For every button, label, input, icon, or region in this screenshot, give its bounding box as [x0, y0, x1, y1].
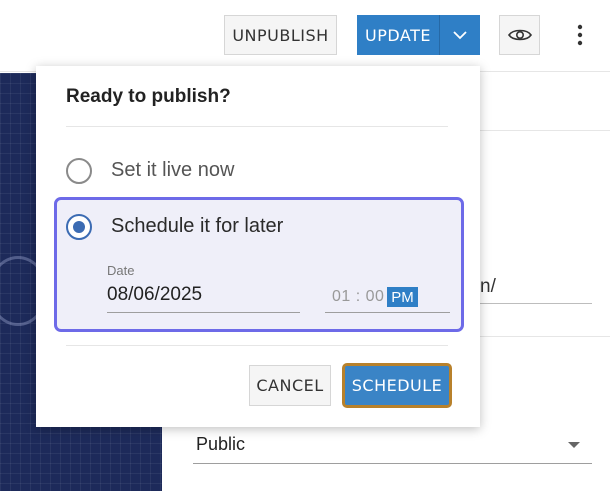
time-value: 01 : 00 [332, 288, 385, 305]
ampm-toggle[interactable]: PM [387, 287, 418, 307]
preview-button[interactable] [499, 15, 540, 55]
visibility-value: Public [196, 434, 246, 454]
unpublish-button[interactable]: UNPUBLISH [224, 15, 337, 55]
popover-title: Ready to publish? [66, 86, 231, 107]
option-publish-now[interactable]: Set it live now [66, 156, 436, 186]
editor-page: n/ Public UNPUBLISH UPDATE Ready to publ… [0, 0, 610, 491]
eye-icon [507, 29, 532, 41]
popover-divider [66, 126, 448, 127]
top-toolbar: UNPUBLISH UPDATE [0, 0, 610, 72]
update-menu-button[interactable] [439, 15, 480, 55]
popover-divider [66, 345, 448, 346]
radio-schedule-later[interactable] [66, 214, 92, 240]
publish-popover: Ready to publish? Set it live now Schedu… [36, 66, 480, 427]
time-input[interactable]: 01 : 00 PM [325, 280, 450, 313]
more-options-button[interactable] [566, 15, 594, 55]
caret-down-icon [568, 442, 580, 448]
option-schedule-later-label: Schedule it for later [111, 215, 284, 237]
url-slug-field[interactable]: n/ [478, 276, 592, 304]
radio-publish-now[interactable] [66, 158, 92, 184]
cancel-button[interactable]: CANCEL [249, 365, 331, 406]
option-schedule-later[interactable]: Schedule it for later [66, 212, 436, 242]
update-button[interactable]: UPDATE [357, 15, 439, 55]
vertical-dots-icon [577, 24, 583, 46]
chevron-down-icon [453, 30, 467, 39]
schedule-button[interactable]: SCHEDULE [342, 363, 452, 408]
option-schedule-later-panel[interactable]: Schedule it for later Date 08/06/2025 01… [54, 197, 464, 332]
date-input[interactable]: 08/06/2025 [107, 280, 300, 313]
date-field-label: Date [107, 263, 135, 278]
option-publish-now-label: Set it live now [111, 159, 235, 181]
visibility-select[interactable]: Public [193, 432, 592, 464]
